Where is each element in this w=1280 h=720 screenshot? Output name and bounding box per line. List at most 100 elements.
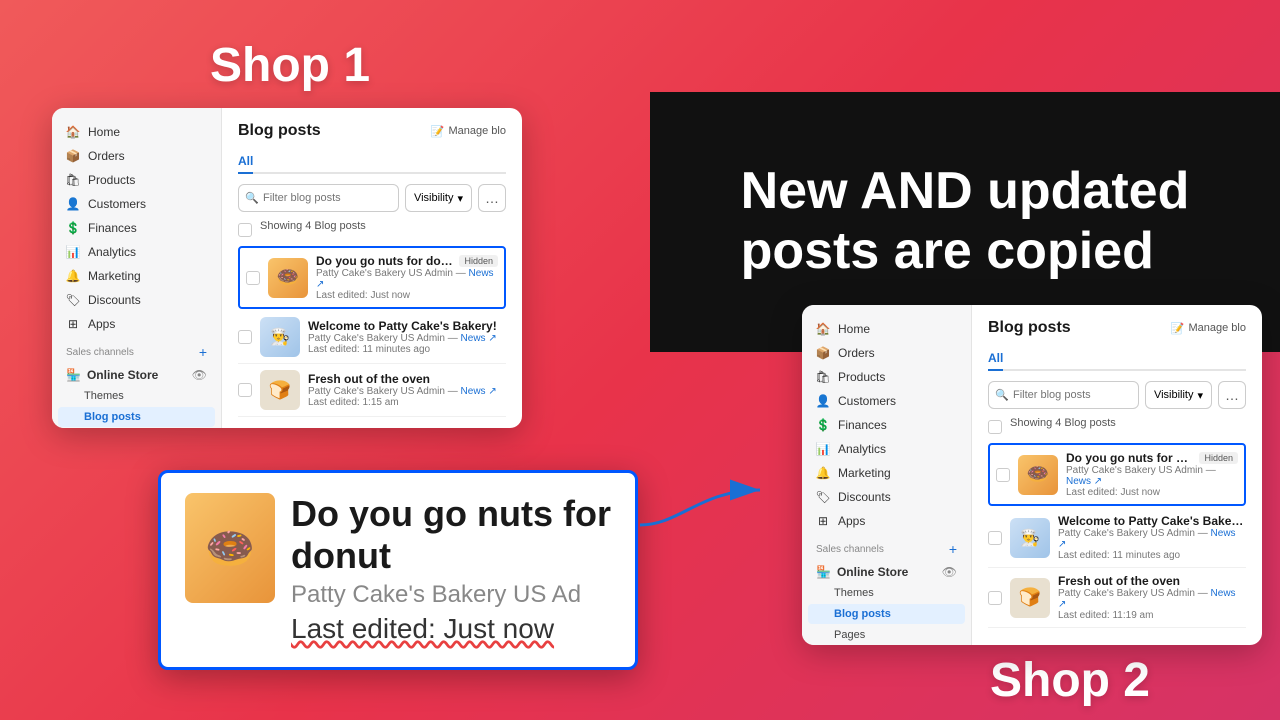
sidebar-item-customers[interactable]: 👤 Customers: [52, 192, 221, 216]
finances-icon: 💲: [816, 418, 830, 432]
sidebar-item-discounts[interactable]: 🏷 Discounts: [52, 288, 221, 312]
shop2-more-options-button[interactable]: …: [1218, 381, 1246, 409]
shop2-post-thumbnail-3: 🍞: [1010, 578, 1050, 618]
post-info-2: Welcome to Patty Cake's Bakery! Patty Ca…: [308, 319, 506, 355]
shop2-post-checkbox-3[interactable]: [988, 591, 1002, 605]
zoom-detail-box: 🍩 Do you go nuts for donut Patty Cake's …: [158, 470, 638, 670]
post-meta-1: Patty Cake's Bakery US Admin — News ↗: [316, 268, 498, 290]
shop2-sidebar-sub-themes[interactable]: Themes: [802, 583, 971, 603]
post-checkbox-1[interactable]: [246, 271, 260, 285]
sidebar-item-products[interactable]: 🛍 Products: [52, 168, 221, 192]
sales-channels-label: Sales channels +: [52, 336, 221, 364]
shop1-page-header: Blog posts 📝 Manage blo: [238, 122, 506, 140]
shop2-post-meta-2: Patty Cake's Bakery US Admin — News ↗: [1058, 528, 1246, 550]
shop2-sidebar-item-customers[interactable]: 👤 Customers: [802, 389, 971, 413]
shop2-news-link-2[interactable]: News ↗: [1058, 528, 1236, 550]
shop2-manage-blog-button[interactable]: 📝 Manage blo: [1171, 322, 1246, 335]
shop2-news-link-3[interactable]: News ↗: [1058, 588, 1236, 610]
shop2-post-checkbox-2[interactable]: [988, 531, 1002, 545]
shop1-sidebar: 🏠 Home 📦 Orders 🛍 Products 👤 Customers 💲…: [52, 108, 222, 428]
sidebar-sub-themes[interactable]: Themes: [52, 386, 221, 406]
marketing-icon: 🔔: [66, 269, 80, 283]
shop2-post-edited-2: Last edited: 11 minutes ago: [1058, 550, 1246, 561]
shop2-sidebar-item-marketing[interactable]: 🔔 Marketing: [802, 461, 971, 485]
post-checkbox-3[interactable]: [238, 383, 252, 397]
shop2-sidebar-item-discounts[interactable]: 🏷 Discounts: [802, 485, 971, 509]
add-channel-icon[interactable]: +: [949, 541, 957, 557]
shop2-title: Shop 2: [990, 653, 1150, 708]
post-edited-2: Last edited: 11 minutes ago: [308, 344, 506, 355]
banner-text: New AND updated posts are copied: [741, 162, 1190, 282]
shop1-page-title: Blog posts: [238, 122, 321, 140]
add-channel-icon[interactable]: +: [199, 344, 207, 360]
post-thumbnail-2: 👨‍🍳: [260, 317, 300, 357]
shop2-news-link-1[interactable]: News ↗: [1066, 476, 1102, 487]
shop2-sidebar-item-apps[interactable]: ⊞ Apps: [802, 509, 971, 533]
eye-icon[interactable]: 👁: [942, 565, 957, 579]
shop2-sidebar-item-analytics[interactable]: 📊 Analytics: [802, 437, 971, 461]
sidebar-item-finances[interactable]: 💲 Finances: [52, 216, 221, 240]
shop2-sidebar-item-products[interactable]: 🛍 Products: [802, 365, 971, 389]
select-all-checkbox[interactable]: [238, 223, 252, 237]
news-link-1[interactable]: News ↗: [316, 268, 494, 290]
search-icon: 🔍: [245, 192, 259, 205]
shop2-post-checkbox-1[interactable]: [996, 468, 1010, 482]
shop2-search-row: 🔍 Visibility ▾ …: [988, 381, 1246, 409]
shop2-sidebar-item-finances[interactable]: 💲 Finances: [802, 413, 971, 437]
table-row: 🍩 Do you go nuts for donut Hidden Patty …: [990, 445, 1244, 504]
search-icon: 🔍: [995, 389, 1009, 402]
post-checkbox-2[interactable]: [238, 330, 252, 344]
table-row: 🍞 Fresh out of the oven Patty Cake's Bak…: [988, 568, 1246, 628]
shop2-post-meta-3: Patty Cake's Bakery US Admin — News ↗: [1058, 588, 1246, 610]
sidebar-item-home[interactable]: 🏠 Home: [52, 120, 221, 144]
sidebar-sub-blog-posts[interactable]: Blog posts: [58, 407, 215, 427]
manage-blog-button[interactable]: 📝 Manage blo: [431, 125, 506, 138]
shop2-select-all-checkbox[interactable]: [988, 420, 1002, 434]
news-link-2[interactable]: News ↗: [461, 333, 497, 344]
sidebar-item-marketing[interactable]: 🔔 Marketing: [52, 264, 221, 288]
eye-icon[interactable]: 👁: [192, 368, 207, 382]
zoom-post-meta: Patty Cake's Bakery US Ad: [291, 581, 611, 609]
orders-icon: 📦: [816, 346, 830, 360]
shop2-post-title-2: Welcome to Patty Cake's Bakery!: [1058, 514, 1246, 528]
visibility-button[interactable]: Visibility ▾: [405, 184, 472, 212]
chevron-down-icon: ▾: [457, 192, 463, 205]
shop2-post-title-1: Do you go nuts for donut: [1066, 451, 1193, 465]
copy-arrow: [640, 490, 760, 525]
shop2-search-input[interactable]: [988, 381, 1139, 409]
shop2-post-info-2: Welcome to Patty Cake's Bakery! Patty Ca…: [1058, 514, 1246, 561]
shop2-sidebar-sub-blog-posts[interactable]: Blog posts: [808, 604, 965, 624]
shop2-visibility-button[interactable]: Visibility ▾: [1145, 381, 1212, 409]
zoom-post-edited: Last edited: Just now: [291, 613, 611, 645]
shop2-post-info-1: Do you go nuts for donut Hidden Patty Ca…: [1066, 451, 1238, 498]
sidebar-item-apps[interactable]: ⊞ Apps: [52, 312, 221, 336]
search-input[interactable]: [238, 184, 399, 212]
more-options-button[interactable]: …: [478, 184, 506, 212]
search-wrap: 🔍: [238, 184, 399, 212]
shop2-sidebar-item-orders[interactable]: 📦 Orders: [802, 341, 971, 365]
shop1-tab-bar: All: [238, 150, 506, 174]
sidebar-item-online-store[interactable]: 🏪 Online Store 👁: [52, 364, 221, 386]
discounts-icon: 🏷: [66, 293, 80, 307]
analytics-icon: 📊: [66, 245, 80, 259]
shop1-admin-panel: 🏠 Home 📦 Orders 🛍 Products 👤 Customers 💲…: [52, 108, 522, 428]
sidebar-item-analytics[interactable]: 📊 Analytics: [52, 240, 221, 264]
shop2-sidebar-item-online-store[interactable]: 🏪 Online Store 👁: [802, 561, 971, 583]
post-meta-3: Patty Cake's Bakery US Admin — News ↗: [308, 386, 506, 397]
shop2-main-content: Blog posts 📝 Manage blo All 🔍 Visibility…: [972, 305, 1262, 645]
shop2-sidebar-sub-pages[interactable]: Pages: [802, 625, 971, 645]
post-thumbnail-3: 🍞: [260, 370, 300, 410]
shop1-main-content: Blog posts 📝 Manage blo All 🔍 Visibility…: [222, 108, 522, 428]
news-link-3[interactable]: News ↗: [461, 386, 497, 397]
shop2-sidebar-item-home[interactable]: 🏠 Home: [802, 317, 971, 341]
apps-icon: ⊞: [816, 514, 830, 528]
hidden-badge-1: Hidden: [459, 255, 498, 267]
tab-all[interactable]: All: [238, 150, 253, 174]
table-row: 🍩 Do you go nuts for donut Hidden Patty …: [240, 248, 504, 307]
marketing-icon: 🔔: [816, 466, 830, 480]
post-meta-2: Patty Cake's Bakery US Admin — News ↗: [308, 333, 506, 344]
shop2-tab-all[interactable]: All: [988, 347, 1003, 371]
sidebar-item-orders[interactable]: 📦 Orders: [52, 144, 221, 168]
chevron-down-icon: ▾: [1197, 389, 1203, 402]
shop2-sales-channels-label: Sales channels +: [802, 533, 971, 561]
